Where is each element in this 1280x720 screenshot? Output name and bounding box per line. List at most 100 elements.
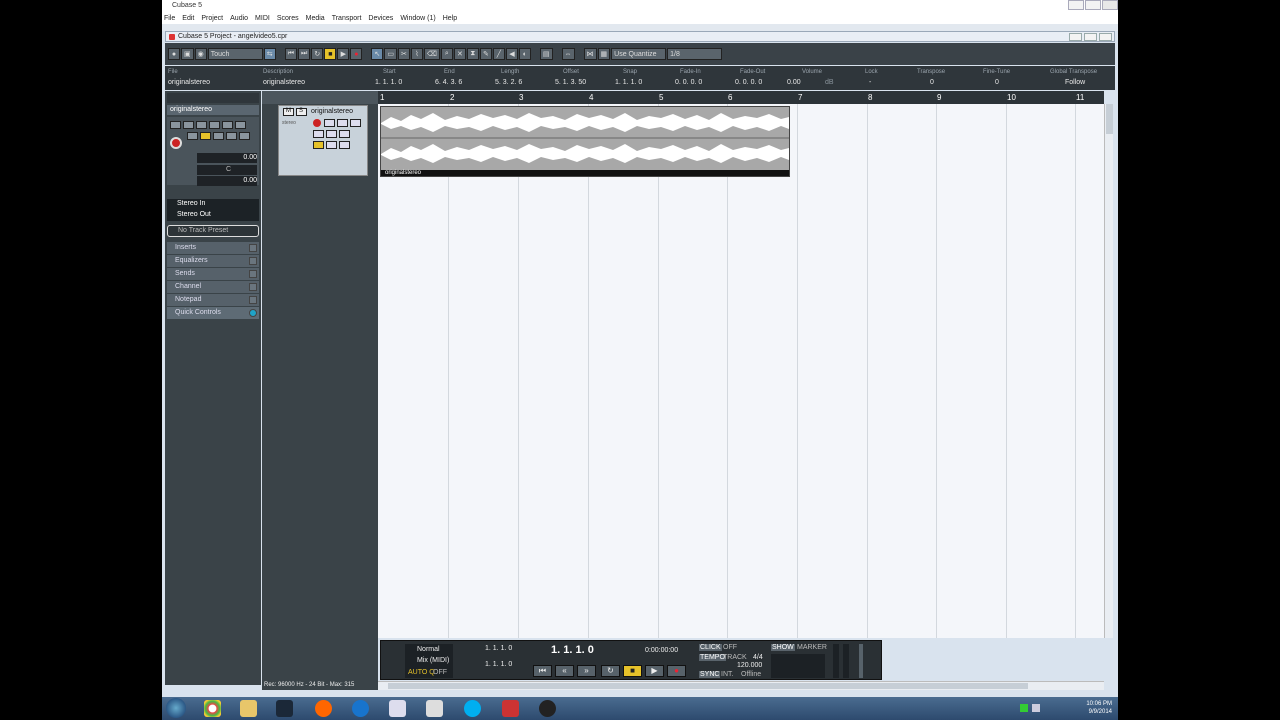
quantize-mode-select[interactable]: Use Quantize bbox=[611, 48, 667, 60]
menu-audio[interactable]: Audio bbox=[230, 15, 248, 22]
record-mode-label[interactable]: Normal bbox=[417, 646, 440, 653]
range-tool-icon[interactable]: ▭ bbox=[384, 48, 397, 60]
erase-tool-icon[interactable]: ⌫ bbox=[423, 48, 440, 60]
cycle-button[interactable]: ↻ bbox=[311, 48, 324, 60]
steam-icon[interactable] bbox=[276, 700, 293, 717]
system-clock[interactable]: 10:06 PM 9/9/2014 bbox=[1086, 700, 1112, 716]
audio-track[interactable]: M S originalstereo stereo bbox=[278, 105, 368, 176]
inspector-lane-button[interactable] bbox=[213, 132, 224, 140]
tempo-button[interactable]: TEMPO bbox=[699, 654, 726, 661]
track-read-button[interactable] bbox=[337, 119, 348, 127]
click-button[interactable]: CLICK bbox=[699, 644, 722, 651]
primary-time-display[interactable]: 1. 1. 1. 0 bbox=[551, 644, 594, 656]
menu-transport[interactable]: Transport bbox=[332, 15, 362, 22]
track-edit-button[interactable] bbox=[326, 130, 337, 138]
automation-mode-select[interactable]: Touch bbox=[207, 48, 263, 60]
goto-start-transport-button[interactable]: ⏮ bbox=[533, 665, 552, 677]
maximize-icon[interactable] bbox=[1085, 0, 1101, 10]
track-preset-select[interactable]: No Track Preset bbox=[167, 225, 259, 237]
vertical-scrollbar[interactable] bbox=[1104, 104, 1113, 638]
goto-start-button[interactable]: ⏮ bbox=[284, 48, 298, 60]
cubase-taskbar-icon[interactable] bbox=[502, 700, 519, 717]
info-value-file[interactable]: originalstereo bbox=[168, 79, 210, 86]
obs-icon[interactable] bbox=[539, 700, 556, 717]
glue-tool-icon[interactable]: ⌇ bbox=[410, 48, 423, 60]
menu-project[interactable]: Project bbox=[201, 15, 223, 22]
auto-quantize-label[interactable]: AUTO Q bbox=[408, 669, 435, 676]
section-quick-controls[interactable]: Quick Controls bbox=[167, 307, 259, 319]
play-transport-button[interactable]: ▶ bbox=[645, 665, 664, 677]
info-value-end[interactable]: 6. 4. 3. 6 bbox=[435, 79, 462, 86]
arrow-tool-icon[interactable]: ⇆ bbox=[263, 48, 276, 60]
marker-buttons[interactable] bbox=[771, 654, 825, 678]
track-monitor-button[interactable] bbox=[324, 119, 335, 127]
inspector-track-name[interactable]: originalstereo bbox=[167, 105, 259, 115]
menu-window[interactable]: Window (1) bbox=[400, 15, 435, 22]
vertical-scroll-thumb[interactable] bbox=[1106, 104, 1113, 134]
forward-button[interactable]: » bbox=[577, 665, 596, 677]
info-value-snap[interactable]: 1. 1. 1. 0 bbox=[615, 79, 642, 86]
origin-icon[interactable] bbox=[315, 700, 332, 717]
media-player-icon[interactable] bbox=[352, 700, 369, 717]
section-inserts[interactable]: Inserts bbox=[167, 242, 259, 254]
sync-button[interactable]: SYNC bbox=[699, 671, 721, 678]
folder-icon[interactable] bbox=[240, 700, 257, 717]
project-close-icon[interactable] bbox=[1099, 33, 1112, 41]
goto-end-button[interactable]: ⏭ bbox=[298, 48, 311, 60]
close-icon[interactable] bbox=[1102, 0, 1118, 10]
record-transport-button[interactable]: ● bbox=[667, 665, 686, 677]
track-lanes-button[interactable] bbox=[339, 130, 350, 138]
stop-transport-button[interactable]: ■ bbox=[623, 665, 642, 677]
inspector-solo-button[interactable] bbox=[183, 121, 194, 129]
inspector-channel-settings-button[interactable] bbox=[239, 132, 250, 140]
track-write-button[interactable] bbox=[350, 119, 361, 127]
start-button-icon[interactable] bbox=[166, 698, 186, 718]
daw-app-icon[interactable] bbox=[426, 700, 443, 717]
output-routing[interactable]: Stereo Out bbox=[167, 210, 259, 221]
draw-tool-icon[interactable]: ✎ bbox=[479, 48, 492, 60]
snap-button[interactable]: ⋈ bbox=[583, 48, 597, 60]
timeline-ruler[interactable]: 1 2 3 4 5 6 7 8 9 10 11 bbox=[378, 91, 1104, 104]
horizontal-scroll-thumb[interactable] bbox=[388, 683, 1028, 689]
track-record-icon[interactable] bbox=[313, 119, 321, 127]
info-value-transpose[interactable]: 0 bbox=[930, 79, 934, 86]
menu-file[interactable]: File bbox=[164, 15, 175, 22]
track-timebase-button[interactable] bbox=[313, 130, 324, 138]
color-select-icon[interactable]: ▤ bbox=[539, 48, 553, 60]
autoscroll-icon[interactable]: ⇔ bbox=[561, 48, 575, 60]
constrain-delay-button[interactable]: ▣ bbox=[181, 48, 194, 60]
automation-icon[interactable]: ◉ bbox=[194, 48, 207, 60]
delay-value[interactable]: 0.00 bbox=[243, 177, 257, 184]
audio-app-icon[interactable] bbox=[389, 700, 406, 717]
stop-button[interactable]: ■ bbox=[324, 48, 337, 60]
info-value-description[interactable]: originalstereo bbox=[263, 79, 305, 86]
project-maximize-icon[interactable] bbox=[1084, 33, 1097, 41]
track-automation-button[interactable] bbox=[326, 141, 337, 149]
inspector-freeze-button[interactable] bbox=[226, 132, 237, 140]
info-value-lock[interactable]: - bbox=[869, 79, 871, 86]
menu-edit[interactable]: Edit bbox=[182, 15, 194, 22]
tray-network-icon[interactable] bbox=[1020, 704, 1028, 712]
object-selection-icon[interactable]: ↖ bbox=[371, 48, 384, 60]
tempo-value[interactable]: 120.000 bbox=[737, 662, 762, 669]
info-value-fade-out[interactable]: 0. 0. 0. 0 bbox=[735, 79, 762, 86]
section-equalizers[interactable]: Equalizers bbox=[167, 255, 259, 267]
play-tool-icon[interactable]: ◀ bbox=[505, 48, 518, 60]
menu-midi[interactable]: MIDI bbox=[255, 15, 270, 22]
rewind-button[interactable]: « bbox=[555, 665, 574, 677]
input-routing[interactable]: Stereo In bbox=[167, 199, 259, 210]
chrome-icon[interactable] bbox=[204, 700, 221, 717]
cycle-transport-button[interactable]: ↻ bbox=[601, 665, 620, 677]
track-lock-button[interactable] bbox=[313, 141, 324, 149]
menu-help[interactable]: Help bbox=[443, 15, 457, 22]
menu-media[interactable]: Media bbox=[306, 15, 325, 22]
inspector-write-button[interactable] bbox=[209, 121, 220, 129]
right-locator[interactable]: 1. 1. 1. 0 bbox=[485, 661, 512, 668]
secondary-time-display[interactable]: 0:00:00:00 bbox=[645, 647, 678, 654]
zoom-tool-icon[interactable]: ⌕ bbox=[440, 48, 453, 60]
info-value-fade-in[interactable]: 0. 0. 0. 0 bbox=[675, 79, 702, 86]
cycle-mode-label[interactable]: Mix (MIDI) bbox=[417, 657, 449, 664]
info-value-length[interactable]: 5. 3. 2. 6 bbox=[495, 79, 522, 86]
project-minimize-icon[interactable] bbox=[1069, 33, 1082, 41]
marker-show-button[interactable]: SHOW bbox=[771, 644, 795, 651]
